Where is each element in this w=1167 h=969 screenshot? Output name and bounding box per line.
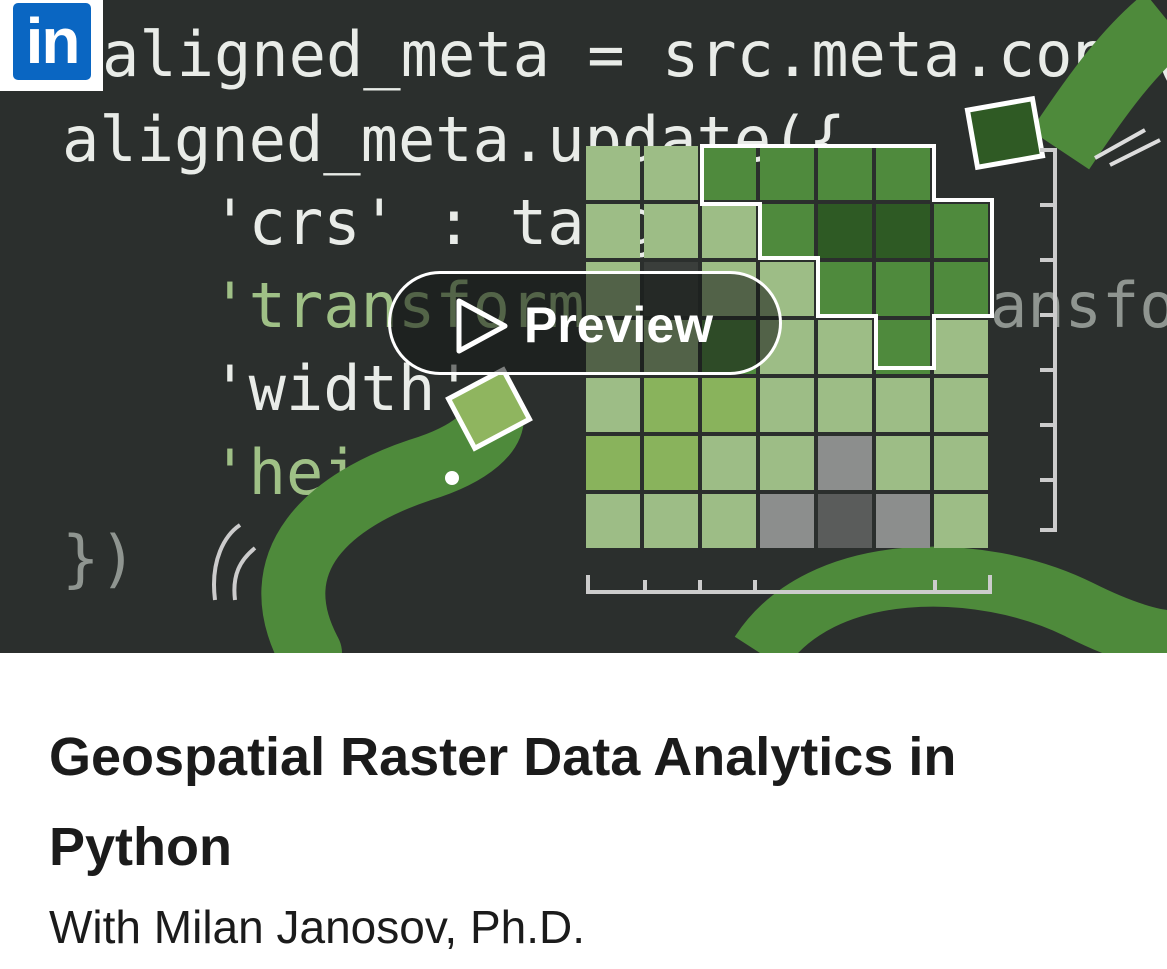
raster-cell [644,436,698,490]
raster-cell [934,494,988,548]
raster-cell [586,204,640,258]
raster-cell [934,436,988,490]
raster-cell [760,378,814,432]
raster-cell [760,204,814,258]
linkedin-icon: in [13,3,91,80]
raster-cell [876,146,930,200]
raster-cell [876,494,930,548]
play-icon [456,298,508,354]
raster-cell [818,320,872,374]
course-thumbnail[interactable]: aligned_meta = src.meta.copy() aligned_m… [0,0,1167,653]
course-title[interactable]: Geospatial Raster Data Analytics in Pyth… [49,712,1129,892]
course-author: With Milan Janosov, Ph.D. [49,901,586,953]
raster-cell [702,494,756,548]
raster-cell [876,378,930,432]
raster-cell [818,378,872,432]
raster-cell [876,204,930,258]
preview-button[interactable]: Preview [388,271,782,375]
raster-cell [644,146,698,200]
raster-cell [760,494,814,548]
raster-cell [818,494,872,548]
raster-cell [760,436,814,490]
raster-cell [586,146,640,200]
raster-cell [818,436,872,490]
raster-cell [818,204,872,258]
preview-label: Preview [524,297,714,353]
raster-cell [644,494,698,548]
raster-cell [934,320,988,374]
raster-cell [586,494,640,548]
raster-cell [934,378,988,432]
course-card[interactable]: aligned_meta = src.meta.copy() aligned_m… [0,0,1167,969]
raster-cell [818,262,872,316]
raster-cell [644,378,698,432]
raster-cell [644,204,698,258]
raster-cell [702,378,756,432]
raster-cell [702,436,756,490]
raster-cell [702,204,756,258]
raster-cell [702,146,756,200]
raster-cell [586,436,640,490]
raster-cell [876,262,930,316]
raster-cell [934,262,988,316]
raster-cell [818,146,872,200]
raster-cell [934,204,988,258]
raster-cell [586,378,640,432]
raster-cell [876,320,930,374]
raster-cell [760,146,814,200]
raster-cell [876,436,930,490]
linkedin-logo: in [0,0,103,91]
